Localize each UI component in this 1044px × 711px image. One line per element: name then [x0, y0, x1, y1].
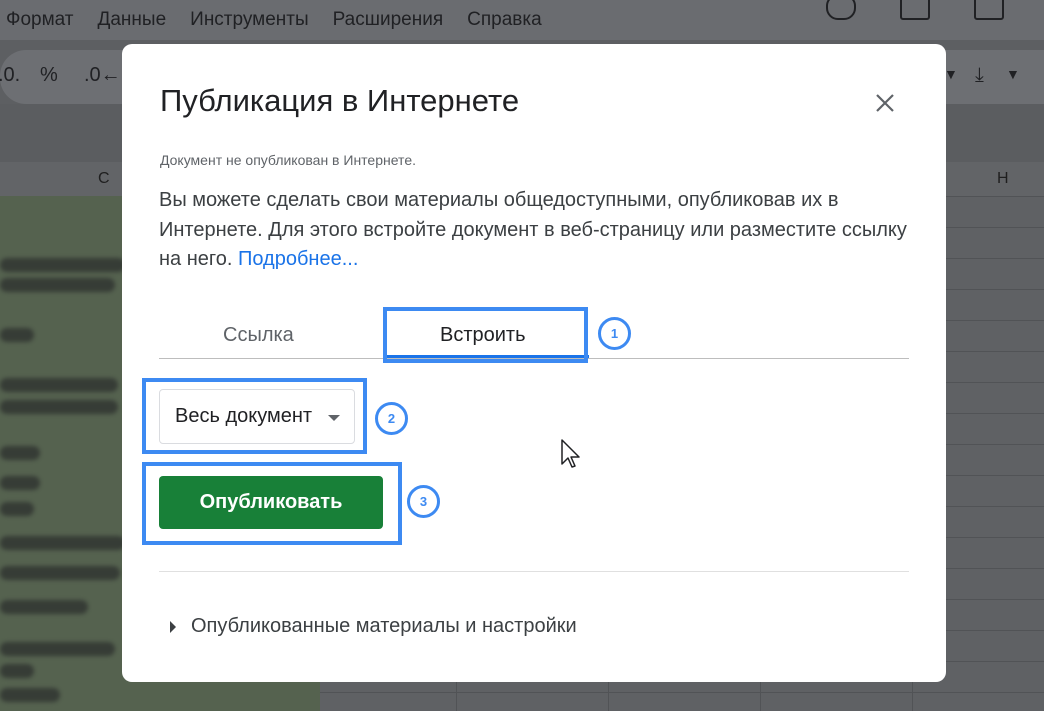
- publish-status: Документ не опубликован в Интернете.: [160, 152, 416, 168]
- publish-dialog: Публикация в Интернете Документ не опубл…: [122, 44, 946, 682]
- published-settings-label: Опубликованные материалы и настройки: [191, 615, 577, 637]
- menu-format[interactable]: Формат: [6, 9, 74, 31]
- menu-data[interactable]: Данные: [98, 9, 167, 31]
- annotation-box-embed-tab: [383, 307, 588, 363]
- blurred-cell-text: [0, 502, 34, 516]
- decrease-decimal-button[interactable]: .0.: [0, 64, 20, 87]
- dialog-title: Публикация в Интернете: [160, 83, 520, 118]
- section-divider: [159, 571, 909, 572]
- learn-more-link[interactable]: Подробнее...: [238, 248, 358, 270]
- close-button[interactable]: [870, 88, 900, 118]
- blurred-cell-text: [0, 642, 115, 656]
- comment-icon[interactable]: [900, 0, 930, 20]
- download-icon[interactable]: ⤓: [975, 64, 984, 87]
- chevron-down-icon[interactable]: ▼: [944, 66, 958, 82]
- blurred-cell-text: [0, 328, 34, 342]
- blurred-cell-text: [0, 400, 118, 414]
- published-settings-toggle[interactable]: Опубликованные материалы и настройки: [170, 615, 577, 638]
- mouse-cursor-icon: [561, 439, 580, 468]
- annotation-box-select: [142, 378, 367, 454]
- blurred-cell-text: [0, 536, 125, 550]
- annotation-box-publish: [142, 462, 402, 545]
- expand-arrow-icon: [170, 620, 176, 633]
- annotation-number-3: 3: [407, 485, 440, 518]
- history-icon[interactable]: [826, 0, 856, 20]
- blurred-cell-text: [0, 476, 40, 490]
- blurred-cell-text: [0, 600, 88, 614]
- close-icon: [876, 94, 894, 112]
- tab-link[interactable]: Ссылка: [223, 324, 294, 347]
- annotation-number-2: 2: [375, 402, 408, 435]
- blurred-cell-text: [0, 688, 60, 702]
- decimal-button[interactable]: .0←: [84, 64, 121, 87]
- blurred-cell-text: [0, 378, 118, 392]
- chevron-down-icon[interactable]: ▼: [1006, 66, 1020, 82]
- blurred-cell-text: [0, 446, 40, 460]
- meet-icon[interactable]: [974, 0, 1004, 20]
- menu-tools[interactable]: Инструменты: [190, 9, 308, 31]
- percent-button[interactable]: %: [40, 64, 58, 87]
- blurred-cell-text: [0, 278, 115, 292]
- blurred-cell-text: [0, 258, 125, 272]
- top-right-icons: [826, 0, 1004, 20]
- column-header-c[interactable]: C: [98, 170, 110, 188]
- blurred-cell-text: [0, 566, 120, 580]
- menu-extensions[interactable]: Расширения: [333, 9, 444, 31]
- annotation-number-1: 1: [598, 317, 631, 350]
- dialog-description: Вы можете сделать свои материалы общедос…: [159, 186, 919, 275]
- column-header-h[interactable]: H: [997, 170, 1009, 188]
- menu-help[interactable]: Справка: [467, 9, 542, 31]
- blurred-cell-text: [0, 664, 34, 678]
